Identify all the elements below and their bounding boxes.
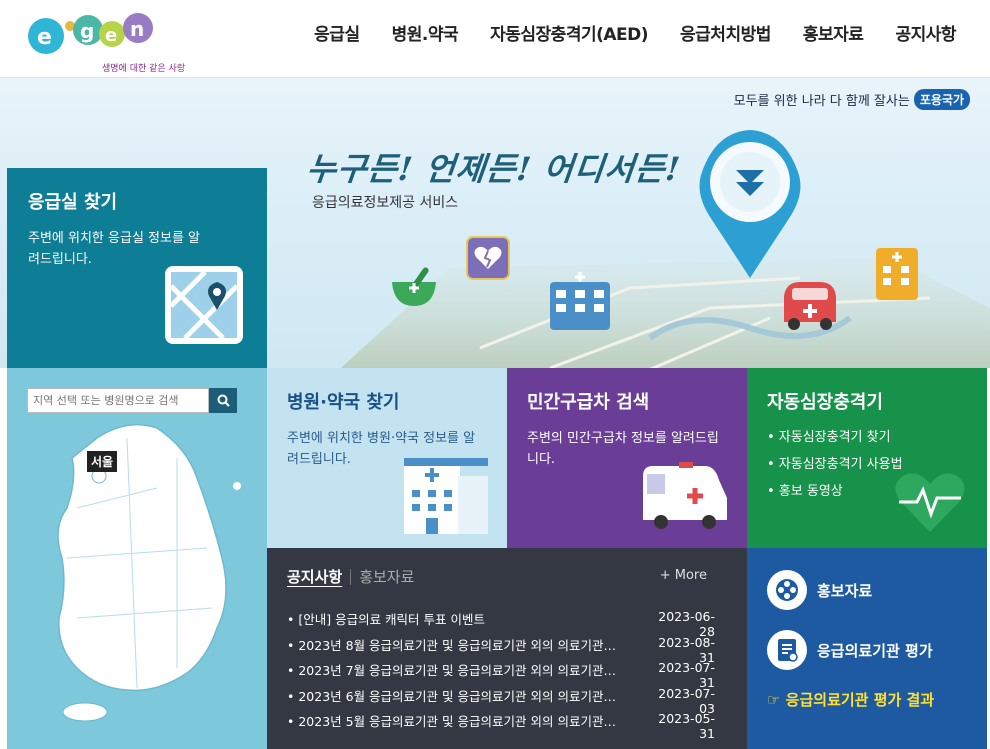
aed-link-find[interactable]: • 자동심장충격기 찾기 [767,424,967,451]
notice-date: 2023-07-31 [658,660,715,690]
pharmacy-mortar-icon [392,267,436,306]
tab-promo[interactable]: 홍보자료 [359,566,414,587]
er-evaluation-result-link[interactable]: ☞ 응급의료기관 평가 결과 [767,689,934,710]
logo-subtitle: 생명에 대한 같은 사랑 [102,64,186,74]
nav-item-first-aid[interactable]: 응급처치방법 [680,20,771,45]
notice-date: 2023-06-28 [658,609,715,639]
notice-item[interactable]: • 2023년 5월 응급의료기관 및 응급의료기관 외의 의료기관 현황 202… [287,711,727,741]
notice-item[interactable]: • 2023년 8월 응급의료기관 및 응급의료기관 외의 의료기관 현황 202… [287,634,727,665]
film-reel-icon [767,570,807,610]
svg-text:g: g [80,19,94,43]
er-evaluation-label: 응급의료기관 평가 [817,641,933,660]
er-evaluation-link[interactable]: 응급의료기관 평가 [767,630,933,670]
map-search-box [27,388,237,413]
aed-tile-title: 자동심장충격기 [767,392,883,413]
site-header: e g e n 생명에 대한 같은 사랑 응급실 병원.약국 자동심장충격기(A… [0,0,990,78]
promo-materials-link[interactable]: 홍보자료 [767,570,872,610]
hospital-tile-title: 병원·약국 찾기 [287,392,400,413]
slogan-text: 모두를 위한 나라 다 함께 잘사는 [733,94,910,109]
aed-tile: 자동심장충격기 • 자동심장충격기 찾기 • 자동심장충격기 사용법 • 홍보 … [747,368,987,548]
hero-title: 누구든! 언제든! 어디서든! [304,150,683,188]
notice-item[interactable]: • 2023년 6월 응급의료기관 및 응급의료기관 외의 의료기관 현황 202… [287,685,727,716]
ambulance-icon [784,282,836,330]
quick-links-panel: 홍보자료 응급의료기관 평가 ☞ 응급의료기관 평가 결과 [747,548,987,749]
notice-date: 2023-08-31 [658,634,715,665]
location-pin-icon[interactable] [694,128,806,280]
logo-mark-icon: e g e n [28,13,153,54]
ambulance-tile-title: 민간구급차 검색 [527,392,650,413]
svg-text:e: e [37,25,52,50]
notice-title: • 2023년 8월 응급의료기관 및 응급의료기관 외의 의료기관 현황 [287,637,617,653]
ambulance-van-icon [643,462,727,529]
main-nav: 응급실 병원.약국 자동심장충격기(AED) 응급처치방법 홍보자료 공지사항 [314,20,956,45]
korea-map[interactable] [37,418,257,748]
search-icon [217,394,230,407]
notice-date: 2023-07-03 [658,685,715,716]
notice-panel: 공지사항 홍보자료 + More • [안내] 응급의료 캐릭터 투표 이벤트 2… [267,548,747,749]
notice-title: • 2023년 5월 응급의료기관 및 응급의료기관 외의 의료기관 현황 [287,714,617,729]
egen-logo[interactable]: e g e n 생명에 대한 같은 사랑 [26,8,185,74]
notice-item[interactable]: • 2023년 7월 응급의료기관 및 응급의료기관 외의 의료기관 현황 202… [287,660,727,690]
hospital-icon [404,458,488,534]
hero-subtitle: 응급의료정보제공 서비스 [312,195,459,211]
document-certificate-icon [767,630,807,670]
notice-item[interactable]: • [안내] 응급의료 캐릭터 투표 이벤트 2023-06-28 [287,609,727,639]
slogan: 모두를 위한 나라 다 함께 잘사는 포용국가 [734,89,970,110]
map-region-label-seoul[interactable]: 서울 [87,451,118,472]
map-search-input[interactable] [27,388,209,413]
svg-text:e: e [105,25,117,46]
notice-list: • [안내] 응급의료 캐릭터 투표 이벤트 2023-06-28 • 2023년… [287,609,727,741]
map-pin-icon [165,266,243,344]
notice-title: • [안내] 응급의료 캐릭터 투표 이벤트 [287,612,485,627]
er-finder-description: 주변에 위치한 응급실 정보를 알려드립니다. [28,231,201,267]
korea-map-panel: 서울 [7,368,267,749]
notice-date: 2023-05-31 [658,711,715,741]
tab-notice[interactable]: 공지사항 [287,566,342,587]
tab-divider [350,568,352,585]
nav-item-hospital-pharmacy[interactable]: 병원.약국 [392,20,459,45]
slogan-badge: 포용국가 [913,89,970,110]
svg-text:n: n [130,17,144,41]
notice-title: • 2023년 6월 응급의료기관 및 응급의료기관 외의 의료기관 현황 [287,688,617,704]
private-ambulance-search-tile[interactable]: 민간구급차 검색 주변의 민간구급차 정보를 알려드립니다. [507,368,747,548]
clinic-building-icon [876,248,918,300]
promo-materials-label: 홍보자료 [817,581,873,600]
hospital-pharmacy-finder-tile[interactable]: 병원·약국 찾기 주변에 위치한 병원·약국 정보를 알려드립니다. [267,368,507,548]
er-finder-panel[interactable]: 응급실 찾기 주변에 위치한 응급실 정보를 알려드립니다. [7,168,267,368]
nav-item-er[interactable]: 응급실 [314,20,360,45]
notice-title: • 2023년 7월 응급의료기관 및 응급의료기관 외의 의료기관 현황 [287,663,617,678]
broken-heart-icon [466,236,510,280]
nav-item-notice[interactable]: 공지사항 [895,20,956,45]
map-search-button[interactable] [209,388,237,413]
more-link[interactable]: + More [660,568,707,583]
heart-pulse-icon [895,473,965,532]
hospital-building-icon [550,272,610,330]
nav-item-promo[interactable]: 홍보자료 [803,20,864,45]
nav-item-aed[interactable]: 자동심장충격기(AED) [490,20,648,45]
er-finder-title: 응급실 찾기 [28,192,118,213]
